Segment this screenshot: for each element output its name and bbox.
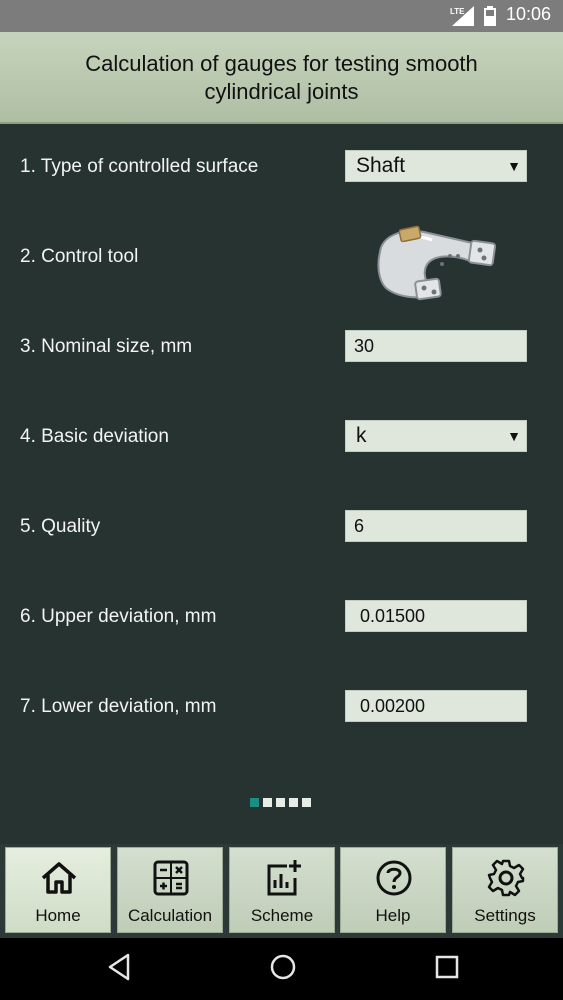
row-quality: 5. Quality 6 xyxy=(0,508,563,548)
quality-label: 5. Quality xyxy=(20,516,101,537)
page-dot[interactable] xyxy=(302,798,311,807)
snap-gauge-image xyxy=(377,225,497,301)
control-tool-label: 2. Control tool xyxy=(20,246,139,267)
basic-deviation-label: 4. Basic deviation xyxy=(20,426,169,447)
nav-scheme-label: Scheme xyxy=(250,906,314,925)
calculator-icon xyxy=(153,860,189,896)
signal-icon xyxy=(452,6,474,26)
nav-home-label: Home xyxy=(35,906,81,925)
nav-help-label: Help xyxy=(375,906,411,925)
upper-deviation-label: 6. Upper deviation, mm xyxy=(20,606,217,627)
nav-settings-label: Settings xyxy=(474,906,536,925)
page-indicator xyxy=(250,794,315,807)
dropdown-arrow-icon: ▼ xyxy=(507,428,521,444)
home-circle-icon[interactable] xyxy=(268,952,298,982)
row-lower-deviation: 7. Lower deviation, mm 0.00200 xyxy=(0,688,563,728)
nominal-size-input[interactable]: 30 xyxy=(345,330,527,362)
basic-deviation-select[interactable]: k ▼ xyxy=(345,420,527,452)
surface-type-label: 1. Type of controlled surface xyxy=(20,156,259,177)
home-icon xyxy=(41,862,77,894)
lower-deviation-field[interactable]: 0.00200 xyxy=(345,690,527,722)
dropdown-arrow-icon: ▼ xyxy=(507,158,521,174)
row-surface-type: 1. Type of controlled surface Shaft ▼ xyxy=(0,148,563,188)
nav-settings-button[interactable]: Settings xyxy=(452,847,558,933)
nav-calculation-label: Calculation xyxy=(127,906,213,925)
nominal-size-label: 3. Nominal size, mm xyxy=(20,336,193,357)
lower-deviation-label: 7. Lower deviation, mm xyxy=(20,696,217,717)
row-upper-deviation: 6. Upper deviation, mm 0.01500 xyxy=(0,598,563,638)
chart-add-icon xyxy=(267,860,301,896)
nav-calculation-button[interactable]: Calculation xyxy=(117,847,223,933)
system-navigation-bar xyxy=(0,938,563,1000)
battery-icon xyxy=(484,6,496,26)
app-header: Calculation of gauges for testing smooth… xyxy=(0,32,563,124)
clock: 10:06 xyxy=(505,4,551,24)
page-dot[interactable] xyxy=(276,798,285,807)
recents-icon[interactable] xyxy=(434,952,460,982)
row-nominal-size: 3. Nominal size, mm 30 xyxy=(0,328,563,368)
upper-deviation-field[interactable]: 0.01500 xyxy=(345,600,527,632)
page-dot[interactable] xyxy=(250,798,259,807)
quality-input[interactable]: 6 xyxy=(345,510,527,542)
surface-type-value: Shaft xyxy=(356,154,406,177)
bottom-navigation: Home Calculation Scheme Help Settings xyxy=(0,844,563,938)
page-title: Calculation of gauges for testing smooth… xyxy=(85,51,478,104)
back-icon[interactable] xyxy=(106,952,132,982)
surface-type-select[interactable]: Shaft ▼ xyxy=(345,150,527,182)
row-basic-deviation: 4. Basic deviation k ▼ xyxy=(0,418,563,458)
nav-scheme-button[interactable]: Scheme xyxy=(229,847,335,933)
status-bar: LTE 10:06 xyxy=(0,0,563,32)
calculation-form: 1. Type of controlled surface Shaft ▼ 2.… xyxy=(0,124,563,844)
page-dot[interactable] xyxy=(289,798,298,807)
help-circle-icon xyxy=(376,860,412,896)
nav-help-button[interactable]: Help xyxy=(340,847,446,933)
page-dot[interactable] xyxy=(263,798,272,807)
basic-deviation-value: k xyxy=(356,424,367,447)
nav-home-button[interactable]: Home xyxy=(5,847,111,933)
gear-icon xyxy=(487,859,525,897)
